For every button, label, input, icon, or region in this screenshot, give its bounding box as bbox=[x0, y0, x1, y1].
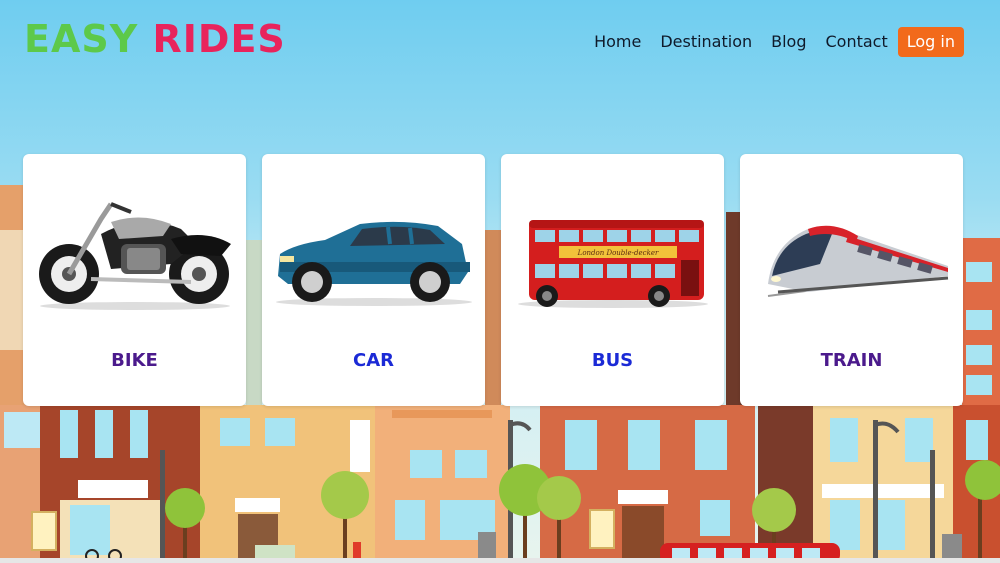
card-label: BIKE bbox=[111, 350, 158, 371]
vehicle-cards: BIKE CAR London Double-decker BUS TRAIN bbox=[23, 154, 979, 406]
motorcycle-icon bbox=[39, 202, 231, 310]
card-label: CAR bbox=[352, 350, 394, 371]
login-button[interactable]: Log in bbox=[897, 27, 964, 57]
brand-logo[interactable]: EASY RIDES bbox=[24, 14, 286, 64]
nav-contact[interactable]: Contact bbox=[826, 27, 888, 57]
card-label: TRAIN bbox=[820, 350, 883, 371]
card-label: BUS bbox=[591, 350, 634, 371]
card-bike[interactable]: BIKE bbox=[23, 154, 246, 406]
bus-destination-sign: London Double-decker bbox=[577, 249, 659, 257]
bullet-train-icon bbox=[767, 225, 949, 297]
double-decker-bus-icon: London Double-decker bbox=[518, 220, 708, 308]
logo-word-easy: EASY bbox=[24, 17, 139, 61]
logo-word-rides: RIDES bbox=[152, 17, 286, 61]
card-car[interactable]: CAR bbox=[262, 154, 485, 406]
car-icon bbox=[276, 221, 472, 306]
nav-home[interactable]: Home bbox=[594, 27, 641, 57]
nav-destination[interactable]: Destination bbox=[660, 27, 752, 57]
main-nav: Home Destination Blog Contact Log in bbox=[575, 27, 964, 57]
nav-blog[interactable]: Blog bbox=[771, 27, 806, 57]
card-bus[interactable]: London Double-decker BUS bbox=[501, 154, 724, 406]
card-train[interactable]: TRAIN bbox=[740, 154, 963, 406]
